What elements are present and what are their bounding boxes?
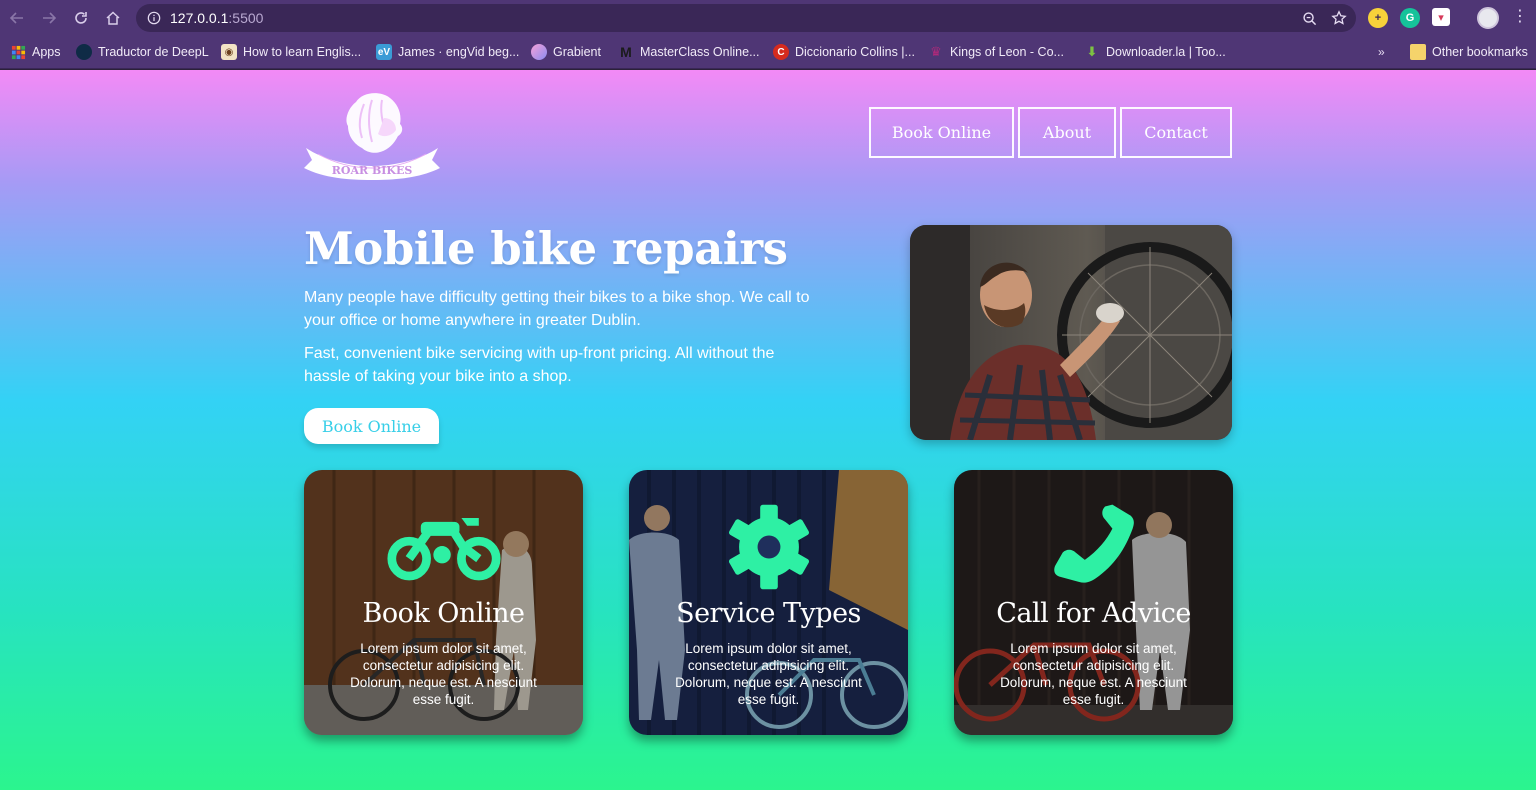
- bookmark-label: Grabient: [553, 45, 601, 59]
- bookmark-label: Traductor de DeepL: [98, 45, 209, 59]
- other-bookmarks[interactable]: Other bookmarks: [1410, 42, 1528, 62]
- bookmarks-overflow-icon[interactable]: »: [1378, 45, 1385, 59]
- bookmark-label: Apps: [32, 45, 61, 59]
- bookmark-grabient[interactable]: Grabient: [531, 42, 601, 62]
- bookmark-label: James · engVid beg...: [398, 45, 520, 59]
- hero-title: Mobile bike repairs: [304, 222, 788, 275]
- mechanic-photo: [910, 225, 1232, 440]
- card-service-types[interactable]: Service Types Lorem ipsum dolor sit amet…: [629, 470, 908, 735]
- bookmark-label: How to learn Englis...: [243, 45, 362, 59]
- bookmark-collins[interactable]: C Diccionario Collins |...: [773, 42, 915, 62]
- nav-book-online[interactable]: Book Online: [869, 107, 1014, 158]
- bookmark-kings-of-leon[interactable]: ♛ Kings of Leon - Co...: [928, 42, 1064, 62]
- owl-icon: ◉: [221, 44, 237, 60]
- gear-icon: [709, 502, 829, 592]
- card-book-online[interactable]: Book Online Lorem ipsum dolor sit amet, …: [304, 470, 583, 735]
- crown-icon: ♛: [930, 44, 942, 59]
- card-title: Service Types: [676, 598, 861, 629]
- hero-paragraph-2: Fast, convenient bike servicing with up-…: [304, 345, 775, 385]
- bookmark-downloader[interactable]: ⬇ Downloader.la | Too...: [1084, 42, 1226, 62]
- phone-icon: [1034, 502, 1154, 592]
- logo-text: ROAR BIKES: [332, 164, 413, 177]
- url-port: :5500: [228, 10, 264, 26]
- card-text: Lorem ipsum dolor sit amet, consectetur …: [675, 641, 862, 707]
- engvid-icon: eV: [376, 44, 392, 60]
- card-text: Lorem ipsum dolor sit amet, consectetur …: [1000, 641, 1187, 707]
- card-text: Lorem ipsum dolor sit amet, consectetur …: [350, 641, 537, 707]
- profile-avatar[interactable]: [1477, 7, 1499, 29]
- collins-icon: C: [773, 44, 789, 60]
- grammarly-icon[interactable]: G: [1400, 8, 1420, 28]
- forward-arrow-icon[interactable]: [38, 7, 60, 29]
- grabient-icon: [531, 44, 547, 60]
- bookmark-label: Downloader.la | Too...: [1106, 45, 1226, 59]
- masterclass-icon: M: [620, 44, 632, 60]
- browser-menu-icon[interactable]: ⋮: [1512, 8, 1528, 26]
- nav-about[interactable]: About: [1018, 107, 1116, 158]
- zoom-icon[interactable]: [1300, 9, 1318, 27]
- bookmark-star-icon[interactable]: [1330, 9, 1348, 27]
- bookmark-apps[interactable]: Apps: [10, 42, 61, 62]
- nav-contact[interactable]: Contact: [1120, 107, 1232, 158]
- url-host: 127.0.0.1: [170, 10, 229, 26]
- hero-book-online-button[interactable]: Book Online: [304, 408, 439, 444]
- pocket-icon[interactable]: ▾: [1432, 8, 1450, 26]
- site-info-icon[interactable]: [146, 10, 162, 26]
- bookmark-label: MasterClass Online...: [640, 45, 760, 59]
- card-title: Book Online: [362, 598, 525, 629]
- bookmark-label: Kings of Leon - Co...: [950, 45, 1064, 59]
- main-nav: Book Online About Contact: [869, 107, 1232, 158]
- card-call-for-advice[interactable]: Call for Advice Lorem ipsum dolor sit am…: [954, 470, 1233, 735]
- other-bookmarks-label: Other bookmarks: [1432, 45, 1528, 59]
- motorbike-icon: [384, 502, 504, 592]
- deepl-icon: [76, 44, 92, 60]
- bookmarks-bar: Apps Traductor de DeepL ◉ How to learn E…: [0, 36, 1536, 69]
- address-bar[interactable]: 127.0.0.1:5500: [136, 4, 1356, 32]
- bookmark-deepl[interactable]: Traductor de DeepL: [76, 42, 209, 62]
- extension-plus-icon[interactable]: +: [1368, 8, 1388, 28]
- url-text: 127.0.0.1:5500: [170, 10, 263, 26]
- reload-icon[interactable]: [70, 7, 92, 29]
- bookmark-learn-english[interactable]: ◉ How to learn Englis...: [221, 42, 361, 62]
- browser-toolbar: 127.0.0.1:5500 + G ▾ ⋮: [0, 0, 1536, 36]
- back-arrow-icon[interactable]: [6, 7, 28, 29]
- card-title: Call for Advice: [996, 598, 1191, 629]
- folder-icon: [1410, 44, 1426, 60]
- page-viewport: ROAR BIKES Book Online About Contact Mob…: [0, 70, 1536, 790]
- roar-bikes-logo[interactable]: ROAR BIKES: [304, 88, 440, 180]
- hero-paragraph-1: Many people have difficulty getting thei…: [304, 289, 810, 329]
- home-icon[interactable]: [102, 7, 124, 29]
- bookmark-label: Diccionario Collins |...: [795, 45, 915, 59]
- bookmark-engvid[interactable]: eV James · engVid beg...: [376, 42, 519, 62]
- apps-grid-icon: [10, 44, 26, 60]
- downloader-icon: ⬇: [1086, 44, 1098, 59]
- bookmark-masterclass[interactable]: M MasterClass Online...: [618, 42, 759, 62]
